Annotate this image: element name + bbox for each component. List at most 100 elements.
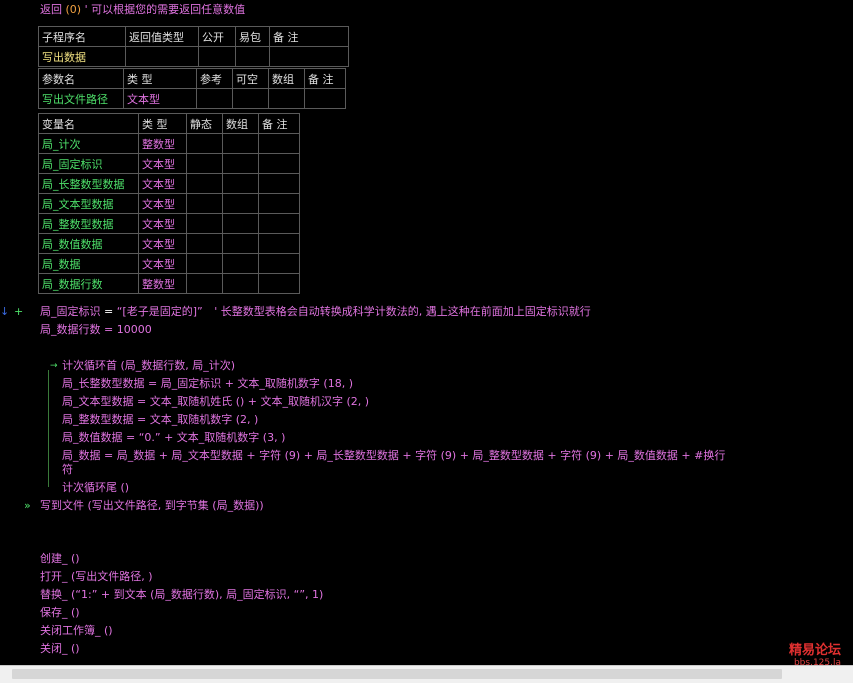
- var-name-cell[interactable]: 局_文本型数据: [38, 193, 139, 214]
- var-static-cell[interactable]: [186, 173, 223, 194]
- var-name-cell[interactable]: 局_数值数据: [38, 233, 139, 254]
- header-param-remark: 备 注: [304, 68, 346, 89]
- code-write-file[interactable]: 写到文件 (写出文件路径, 到字节集 (局_数据)): [40, 498, 264, 514]
- var-type-cell[interactable]: 文本型: [138, 193, 187, 214]
- var-static-cell[interactable]: [186, 133, 223, 154]
- param-remark-cell[interactable]: [304, 88, 346, 109]
- header-var-type: 类 型: [138, 113, 187, 134]
- var-array-cell[interactable]: [222, 213, 259, 234]
- param-array-cell[interactable]: [268, 88, 305, 109]
- code-close-workbook[interactable]: 关闭工作簿_ (): [40, 623, 113, 639]
- header-static: 静态: [186, 113, 223, 134]
- header-public: 公开: [198, 26, 236, 47]
- sub-public-cell[interactable]: [198, 46, 236, 67]
- var-name-cell[interactable]: 局_长整数型数据: [38, 173, 139, 194]
- var-remark-cell[interactable]: [258, 133, 300, 154]
- code-loop-line-4[interactable]: 局_数值数据 = “0.” + 文本_取随机数字 (3, ): [62, 430, 285, 446]
- sub-name-cell[interactable]: 写出数据: [38, 46, 126, 67]
- scrollbar-thumb[interactable]: [12, 669, 782, 679]
- code-loop-line-5-wrap: 符: [62, 463, 73, 476]
- code-open[interactable]: 打开_ (写出文件路径, ): [40, 569, 153, 585]
- param-null-cell[interactable]: [232, 88, 269, 109]
- watermark-title: 精易论坛: [788, 643, 841, 658]
- add-line-icon[interactable]: +: [14, 304, 23, 320]
- var-name-cell[interactable]: 局_整数型数据: [38, 213, 139, 234]
- breakpoint-arrow-icon[interactable]: ↓: [0, 304, 9, 320]
- var-name-cell[interactable]: 局_固定标识: [38, 153, 139, 174]
- var-remark-cell[interactable]: [258, 273, 300, 294]
- code-loop-tail[interactable]: 计次循环尾 (): [62, 480, 129, 496]
- code-string: “[老子是固定的]”: [116, 305, 203, 318]
- horizontal-scrollbar[interactable]: [0, 665, 853, 683]
- sub-return-type-cell[interactable]: [125, 46, 199, 67]
- var-type-cell[interactable]: 文本型: [138, 213, 187, 234]
- param-name-cell[interactable]: 写出文件路径: [38, 88, 124, 109]
- line-gutter: [0, 0, 30, 666]
- code-loop-line-2[interactable]: 局_文本型数据 = 文本_取随机姓氏 () + 文本_取随机汉字 (2, ): [62, 394, 369, 410]
- header-var-name: 变量名: [38, 113, 139, 134]
- code-create[interactable]: 创建_ (): [40, 551, 80, 567]
- header-sub-name: 子程序名: [38, 26, 126, 47]
- header-easy-package: 易包: [235, 26, 270, 47]
- var-array-cell[interactable]: [222, 233, 259, 254]
- var-type-cell[interactable]: 整数型: [138, 273, 187, 294]
- code-close[interactable]: 关闭_ (): [40, 641, 80, 657]
- code-line-assign-fixed-id[interactable]: 局_固定标识 = “[老子是固定的]” ' 长整数型表格会自动转换成科学计数法的…: [40, 304, 591, 320]
- var-array-cell[interactable]: [222, 273, 259, 294]
- var-remark-cell[interactable]: [258, 193, 300, 214]
- header-remark: 备 注: [269, 26, 349, 47]
- header-param-name: 参数名: [38, 68, 124, 89]
- code-comment: ' 长整数型表格会自动转换成科学计数法的, 遇上这种在前面加上固定标识就行: [214, 305, 591, 318]
- var-name-cell[interactable]: 局_计次: [38, 133, 139, 154]
- var-static-cell[interactable]: [186, 233, 223, 254]
- var-array-cell[interactable]: [222, 193, 259, 214]
- sub-easy-cell[interactable]: [235, 46, 270, 67]
- return-arg: (0): [65, 3, 82, 16]
- var-remark-cell[interactable]: [258, 153, 300, 174]
- header-param-type: 类 型: [123, 68, 197, 89]
- sub-remark-cell[interactable]: [269, 46, 349, 67]
- code-loop-line-5[interactable]: 局_数据 = 局_数据 + 局_文本型数据 + 字符 (9) + 局_长整数型数…: [62, 448, 725, 464]
- code-replace[interactable]: 替换_ (“1:” + 到文本 (局_数据行数), 局_固定标识, “”, 1): [40, 587, 323, 603]
- var-type-cell[interactable]: 文本型: [138, 153, 187, 174]
- var-type-cell[interactable]: 文本型: [138, 233, 187, 254]
- return-statement[interactable]: 返回 (0) ' 可以根据您的需要返回任意数值: [40, 2, 245, 18]
- var-static-cell[interactable]: [186, 193, 223, 214]
- param-ref-cell[interactable]: [196, 88, 233, 109]
- var-name-cell[interactable]: 局_数据行数: [38, 273, 139, 294]
- var-type-cell[interactable]: 文本型: [138, 173, 187, 194]
- var-array-cell[interactable]: [222, 173, 259, 194]
- var-array-cell[interactable]: [222, 133, 259, 154]
- var-static-cell[interactable]: [186, 253, 223, 274]
- var-remark-cell[interactable]: [258, 253, 300, 274]
- code-line-row-count[interactable]: 局_数据行数 = 10000: [40, 322, 152, 338]
- var-type-cell[interactable]: 整数型: [138, 133, 187, 154]
- param-type-cell[interactable]: 文本型: [123, 88, 197, 109]
- code-loop-head[interactable]: 计次循环首 (局_数据行数, 局_计次): [62, 358, 235, 374]
- var-array-cell[interactable]: [222, 253, 259, 274]
- var-static-cell[interactable]: [186, 273, 223, 294]
- header-var-remark: 备 注: [258, 113, 300, 134]
- header-var-array: 数组: [222, 113, 259, 134]
- return-keyword: 返回: [40, 3, 62, 16]
- var-remark-cell[interactable]: [258, 173, 300, 194]
- var-array-cell[interactable]: [222, 153, 259, 174]
- code-save[interactable]: 保存_ (): [40, 605, 80, 621]
- var-static-cell[interactable]: [186, 153, 223, 174]
- variable-table: 变量名 类 型 静态 数组 备 注 局_计次 整数型 局_固定标识 文本型 局_长整…: [38, 113, 300, 294]
- code-loop-line-3[interactable]: 局_整数型数据 = 文本_取随机数字 (2, ): [62, 412, 258, 428]
- var-name-cell[interactable]: 局_数据: [38, 253, 139, 274]
- header-return-type: 返回值类型: [125, 26, 199, 47]
- header-reference: 参考: [196, 68, 233, 89]
- var-remark-cell[interactable]: [258, 213, 300, 234]
- subroutine-table: 子程序名 返回值类型 公开 易包 备 注 写出数据: [38, 26, 349, 67]
- var-static-cell[interactable]: [186, 213, 223, 234]
- var-remark-cell[interactable]: [258, 233, 300, 254]
- code-op: =: [104, 305, 114, 318]
- loop-arrow-icon: →: [50, 361, 58, 371]
- code-loop-line-1[interactable]: 局_长整数型数据 = 局_固定标识 + 文本_取随机数字 (18, ): [62, 376, 353, 392]
- header-nullable: 可空: [232, 68, 269, 89]
- header-array: 数组: [268, 68, 305, 89]
- var-type-cell[interactable]: 文本型: [138, 253, 187, 274]
- chevron-icon: »: [24, 499, 31, 512]
